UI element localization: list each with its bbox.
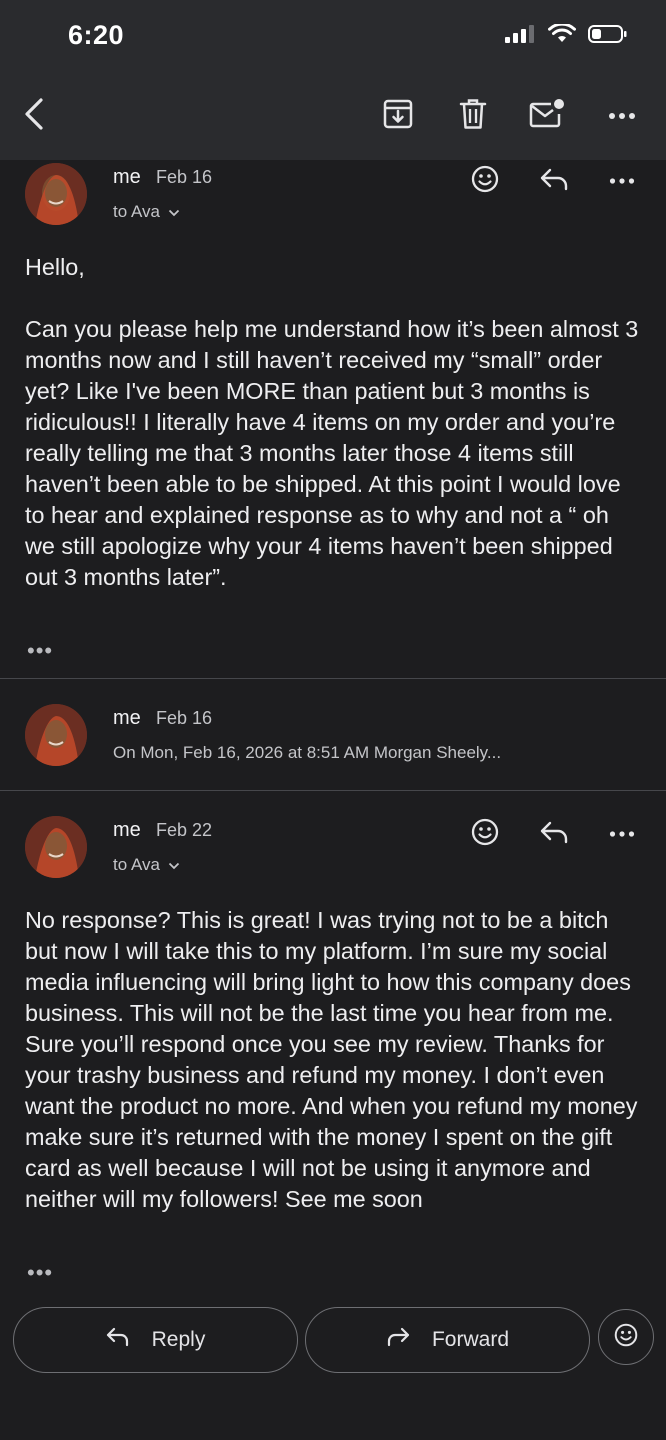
forward-button[interactable]: Forward xyxy=(305,1307,590,1373)
more-options-button[interactable] xyxy=(600,94,644,138)
recipient-toggle[interactable]: to Ava xyxy=(113,855,180,875)
forward-label: Forward xyxy=(431,1328,510,1351)
signal-icon xyxy=(504,24,536,49)
sender-name: me xyxy=(113,166,141,188)
more-icon xyxy=(609,825,635,843)
message-preview[interactable]: On Mon, Feb 16, 2026 at 8:51 AM Morgan S… xyxy=(113,743,501,763)
reply-icon-button[interactable] xyxy=(534,161,574,201)
message-more-button[interactable] xyxy=(602,161,642,201)
avatar xyxy=(25,816,87,878)
mark-unread-button[interactable] xyxy=(525,94,569,138)
react-button[interactable] xyxy=(465,161,505,201)
message-more-button[interactable] xyxy=(602,814,642,854)
emoji-icon xyxy=(614,1323,638,1352)
wifi-icon xyxy=(548,22,576,49)
reply-icon xyxy=(106,1327,130,1353)
email-thread: me Feb 16 to Ava Hello, Can you please h… xyxy=(0,160,666,1440)
more-icon xyxy=(608,107,636,125)
status-time: 6:20 xyxy=(68,20,125,50)
avatar xyxy=(25,704,87,766)
recipient-toggle[interactable]: to Ava xyxy=(113,202,180,222)
recipient-label: to Ava xyxy=(113,855,160,874)
reply-icon xyxy=(539,820,569,849)
reply-icon xyxy=(539,167,569,196)
react-emoji-button[interactable] xyxy=(598,1309,654,1365)
reply-button[interactable]: Reply xyxy=(13,1307,298,1373)
divider xyxy=(0,678,666,679)
archive-icon xyxy=(383,99,413,134)
recipient-label: to Ava xyxy=(113,202,160,221)
chevron-down-icon xyxy=(168,855,180,875)
status-icons xyxy=(504,22,628,49)
message-date: Feb 22 xyxy=(156,820,213,840)
reply-icon-button[interactable] xyxy=(534,814,574,854)
message-body: Can you please help me understand how it… xyxy=(25,316,639,590)
message-date: Feb 16 xyxy=(156,167,213,187)
emoji-icon xyxy=(471,818,499,851)
sender-name: me xyxy=(113,707,141,729)
show-trimmed-content-button[interactable]: ••• xyxy=(27,638,53,664)
reply-label: Reply xyxy=(151,1328,206,1351)
message-greeting: Hello, xyxy=(25,254,85,280)
show-trimmed-content-button[interactable]: ••• xyxy=(27,1260,53,1286)
emoji-icon xyxy=(471,165,499,198)
divider xyxy=(0,790,666,791)
mark-unread-icon xyxy=(529,98,565,135)
message-body: No response? This is great! I was trying… xyxy=(25,907,638,1212)
more-icon xyxy=(609,172,635,190)
avatar xyxy=(25,163,87,225)
react-button[interactable] xyxy=(465,814,505,854)
status-bar: 6:20 xyxy=(0,0,666,72)
delete-button[interactable] xyxy=(451,94,495,138)
back-button[interactable] xyxy=(12,94,56,138)
delete-icon xyxy=(459,98,487,135)
forward-icon xyxy=(386,1327,410,1353)
battery-icon xyxy=(588,24,628,49)
archive-button[interactable] xyxy=(376,94,420,138)
sender-name: me xyxy=(113,819,141,841)
back-icon xyxy=(23,97,45,136)
chevron-down-icon xyxy=(168,202,180,222)
message-date: Feb 16 xyxy=(156,708,213,728)
email-toolbar xyxy=(0,72,666,160)
